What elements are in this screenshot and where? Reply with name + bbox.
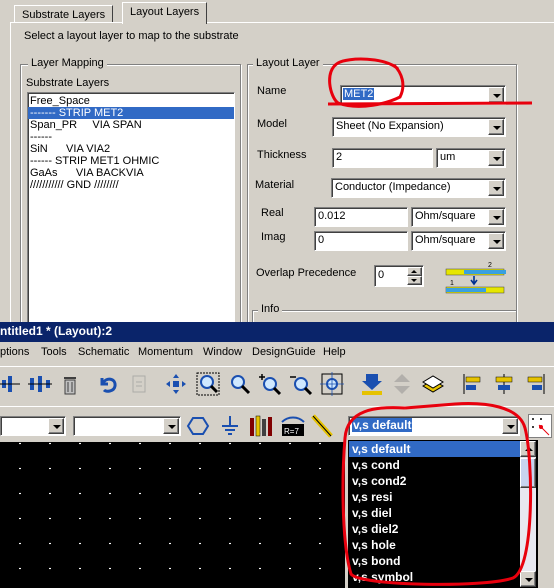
menu-options[interactable]: ptions: [0, 346, 29, 358]
list-item[interactable]: ------ STRIP MET1 OHMIC: [28, 155, 234, 167]
menu-momentum[interactable]: Momentum: [138, 346, 193, 358]
window-title: ntitled1 * (Layout):2: [0, 324, 113, 338]
pop-up-icon[interactable]: [390, 372, 414, 396]
model-label: Model: [257, 118, 287, 130]
zoom-in-icon[interactable]: [258, 372, 282, 396]
distribute-icon[interactable]: [28, 372, 52, 396]
trash-icon[interactable]: [58, 372, 82, 396]
thickness-label: Thickness: [257, 149, 307, 161]
list-item[interactable]: ------: [28, 131, 234, 143]
list-item[interactable]: Free_Space: [28, 95, 234, 107]
real-label: Real: [261, 207, 284, 219]
model-combo-value: Sheet (No Expansion): [336, 120, 444, 132]
overlap-precedence-value: 0: [378, 269, 385, 281]
real-unit-value: Ohm/square: [415, 210, 476, 222]
pan-icon[interactable]: [164, 372, 188, 396]
imag-unit-combo[interactable]: Ohm/square: [411, 231, 506, 251]
menu-schematic[interactable]: Schematic: [78, 346, 129, 358]
menu-bar: ptions Tools Schematic Momentum Window D…: [0, 342, 554, 364]
polygon-icon[interactable]: [186, 414, 210, 438]
align-center-icon[interactable]: [492, 372, 516, 396]
view-combo-1[interactable]: [0, 416, 66, 436]
list-item[interactable]: Span_PR VIA SPAN: [28, 119, 234, 131]
material-combo-value: Conductor (Impedance): [335, 181, 451, 193]
real-value: 0.012: [318, 210, 346, 222]
zoom-fit-icon[interactable]: [320, 372, 344, 396]
thickness-input[interactable]: 2: [332, 148, 433, 168]
overlap-precedence-spinner[interactable]: 0: [374, 265, 424, 287]
svg-text:2: 2: [488, 262, 492, 269]
chevron-down-icon[interactable]: [488, 150, 504, 166]
substrate-layers-label: Substrate Layers: [26, 77, 110, 89]
chevron-down-icon[interactable]: [488, 180, 504, 196]
svg-text:1: 1: [450, 280, 454, 287]
overlap-precedence-label: Overlap Precedence: [256, 267, 357, 279]
substrate-dialog: Substrate Layers Layout Layers Select a …: [0, 0, 554, 340]
zoom-out-icon[interactable]: [289, 372, 313, 396]
var-eqn-icon[interactable]: R=7: [280, 414, 306, 438]
layer-swap-icon[interactable]: 2 1: [444, 259, 508, 295]
menu-help[interactable]: Help: [323, 346, 346, 358]
list-item-selected[interactable]: ------- STRIP MET2: [28, 107, 234, 119]
chevron-down-icon[interactable]: [48, 418, 64, 434]
model-combo[interactable]: Sheet (No Expansion): [332, 117, 506, 137]
layout-canvas[interactable]: [0, 442, 345, 588]
list-item[interactable]: GaAs VIA BACKVIA: [28, 167, 234, 179]
imag-unit-value: Ohm/square: [415, 234, 476, 246]
layer-view-icon[interactable]: [421, 372, 445, 396]
info-title: Info: [258, 303, 283, 315]
ground-icon[interactable]: [218, 414, 242, 438]
undo-icon[interactable]: [96, 372, 120, 396]
material-combo[interactable]: Conductor (Impedance): [331, 178, 506, 198]
zoom-area-icon[interactable]: [196, 372, 220, 396]
view-combo-2[interactable]: [73, 416, 181, 436]
thickness-value: 2: [336, 151, 343, 163]
component-library-icon[interactable]: [248, 414, 274, 438]
imag-value: 0: [318, 234, 325, 246]
chevron-down-icon[interactable]: [488, 209, 504, 225]
tab-substrate-layers[interactable]: Substrate Layers: [14, 5, 114, 23]
align-icon[interactable]: [0, 372, 24, 396]
align-right-icon[interactable]: [524, 372, 548, 396]
red-annotation-loop: [341, 402, 533, 586]
real-unit-combo[interactable]: Ohm/square: [411, 207, 506, 227]
align-left-icon[interactable]: [460, 372, 484, 396]
chevron-down-icon[interactable]: [488, 119, 504, 135]
redo-icon[interactable]: [127, 372, 151, 396]
menu-designguide[interactable]: DesignGuide: [252, 346, 316, 358]
spin-down-icon[interactable]: [407, 276, 422, 285]
real-input[interactable]: 0.012: [314, 207, 408, 227]
imag-input[interactable]: 0: [314, 231, 408, 251]
layout-layer-title: Layout Layer: [253, 57, 323, 69]
menu-window[interactable]: Window: [203, 346, 242, 358]
list-item[interactable]: SiN VIA VIA2: [28, 143, 234, 155]
chevron-down-icon[interactable]: [163, 418, 179, 434]
push-down-icon[interactable]: [360, 372, 384, 396]
chevron-down-icon[interactable]: [488, 233, 504, 249]
thickness-unit-combo[interactable]: um: [436, 148, 506, 168]
imag-label: Imag: [261, 231, 286, 243]
list-item[interactable]: /////////// GND ////////: [28, 179, 234, 191]
layer-mapping-title: Layer Mapping: [28, 57, 107, 69]
material-label: Material: [255, 179, 295, 191]
name-label: Name: [257, 85, 287, 97]
zoom-icon[interactable]: [228, 372, 252, 396]
menu-tools[interactable]: Tools: [41, 346, 67, 358]
thickness-unit-value: um: [440, 151, 456, 163]
svg-text:R=7: R=7: [284, 427, 299, 436]
substrate-layers-list[interactable]: Free_Space ------- STRIP MET2 Span_PR VI…: [27, 92, 235, 328]
instruction-text: Select a layout layer to map to the subs…: [24, 30, 239, 42]
tab-layout-layers[interactable]: Layout Layers: [122, 2, 208, 24]
spin-up-icon[interactable]: [407, 267, 422, 276]
red-annotation-circle: [327, 57, 533, 108]
line-draw-icon[interactable]: [311, 414, 335, 438]
